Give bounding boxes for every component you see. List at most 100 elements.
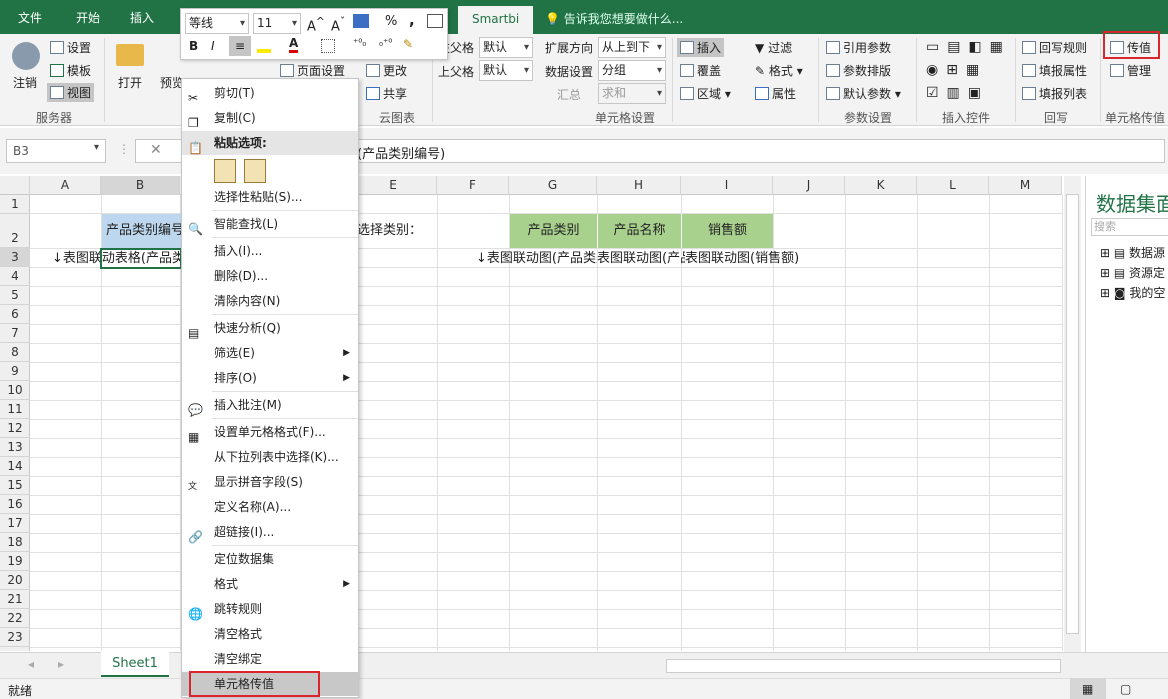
- row-header-10[interactable]: 10: [0, 381, 30, 400]
- fill-attr-button[interactable]: 填报属性: [1022, 62, 1087, 79]
- menu-item-format[interactable]: 格式 ▶: [182, 572, 358, 596]
- menu-item-clear-format[interactable]: 清空格式: [182, 622, 358, 646]
- sheet-prev-icon[interactable]: ◂: [28, 657, 34, 671]
- cell-g2[interactable]: 产品类别: [510, 214, 597, 248]
- scroll-thumb[interactable]: [1066, 194, 1079, 634]
- manage-button[interactable]: 管理: [1110, 62, 1151, 79]
- tree-item-datasource[interactable]: ⊞ ▤ 数据源: [1100, 244, 1165, 261]
- row-header-16[interactable]: 16: [0, 495, 30, 514]
- row-header-4[interactable]: 4: [0, 267, 30, 286]
- align-center-icon[interactable]: ≡: [229, 36, 251, 56]
- format-painter-icon[interactable]: ✎: [403, 37, 413, 51]
- row-header-21[interactable]: 21: [0, 590, 30, 609]
- bold-button[interactable]: B: [189, 39, 198, 53]
- column-header-i[interactable]: I: [681, 176, 773, 195]
- row-header-2[interactable]: 2: [0, 214, 30, 248]
- ref-param-button[interactable]: 引用参数: [826, 39, 891, 56]
- increase-font-icon[interactable]: A^: [307, 15, 325, 34]
- menu-item-hyperlink[interactable]: 🔗 超链接(I)...: [182, 520, 358, 544]
- row-header-11[interactable]: 11: [0, 400, 30, 419]
- cancel-icon[interactable]: ✕: [150, 142, 162, 158]
- row-header-15[interactable]: 15: [0, 476, 30, 495]
- comma-button[interactable]: ,: [409, 11, 415, 29]
- row-header-9[interactable]: 9: [0, 362, 30, 381]
- row-header-5[interactable]: 5: [0, 286, 30, 305]
- tab-home[interactable]: 开始: [76, 0, 100, 34]
- menu-item-format-cells[interactable]: ▦ 设置单元格格式(F)...: [182, 420, 358, 444]
- menu-item-filter[interactable]: 筛选(E) ▶: [182, 341, 358, 365]
- default-param-button[interactable]: 默认参数 ▾: [826, 85, 901, 102]
- font-select[interactable]: 等线: [185, 13, 249, 34]
- row-header-6[interactable]: 6: [0, 305, 30, 324]
- select-all-corner[interactable]: [0, 176, 30, 195]
- menu-item-insert-comment[interactable]: 💬 插入批注(M): [182, 393, 358, 417]
- table-format-icon[interactable]: [427, 14, 443, 28]
- name-box[interactable]: B3: [6, 139, 106, 163]
- sheet-next-icon[interactable]: ▸: [58, 657, 64, 671]
- font-size-select[interactable]: 11: [253, 13, 301, 34]
- insert-button[interactable]: 插入: [677, 38, 725, 57]
- attribute-button[interactable]: 属性: [755, 85, 796, 102]
- share-button[interactable]: 共享: [366, 85, 407, 102]
- cell-h2[interactable]: 产品名称: [597, 214, 681, 248]
- vertical-scrollbar[interactable]: [1064, 176, 1081, 652]
- column-header-a[interactable]: A: [30, 176, 101, 195]
- borders-icon[interactable]: [321, 39, 335, 53]
- view-button[interactable]: 视图: [47, 83, 95, 102]
- horizontal-scrollbar[interactable]: [666, 659, 1061, 673]
- tree-item-resource[interactable]: ⊞ ▤ 资源定: [1100, 264, 1165, 281]
- column-header-l[interactable]: L: [917, 176, 989, 195]
- tab-file[interactable]: 文件: [18, 0, 42, 34]
- tab-insert[interactable]: 插入: [130, 0, 154, 34]
- area-button[interactable]: 区域 ▾: [680, 85, 731, 102]
- italic-button[interactable]: I: [211, 39, 215, 53]
- fill-color-icon[interactable]: [257, 39, 271, 53]
- format-style-icon[interactable]: [353, 14, 369, 28]
- menu-item-pinyin[interactable]: 文显示拼音字段(S): [182, 470, 358, 494]
- row-header-20[interactable]: 20: [0, 571, 30, 590]
- column-header-k[interactable]: K: [845, 176, 917, 195]
- namebox-dropdown-icon[interactable]: ▾: [94, 142, 99, 153]
- column-header-b[interactable]: B: [101, 176, 180, 195]
- column-header-h[interactable]: H: [597, 176, 681, 195]
- menu-item-smart-lookup[interactable]: 🔍 智能查找(L): [182, 212, 358, 236]
- row-header-18[interactable]: 18: [0, 533, 30, 552]
- cell-i2[interactable]: 销售额: [681, 214, 773, 248]
- tab-smartbi[interactable]: Smartbi: [458, 6, 534, 34]
- row-header-22[interactable]: 22: [0, 609, 30, 628]
- row-header-14[interactable]: 14: [0, 457, 30, 476]
- percent-button[interactable]: %: [385, 14, 397, 29]
- cell-i3[interactable]: 表图联动图(销售额): [685, 249, 825, 268]
- menu-item-clear[interactable]: 清除内容(N): [182, 289, 358, 313]
- menu-item-sort[interactable]: 排序(O) ▶: [182, 366, 358, 390]
- control-icons-row3[interactable]: ☑▥▣: [926, 85, 989, 101]
- column-header-f[interactable]: F: [437, 176, 509, 195]
- left-parent-select[interactable]: 默认: [479, 37, 533, 58]
- open-button[interactable]: 打开: [118, 74, 142, 91]
- writeback-rule-button[interactable]: 回写规则: [1022, 39, 1087, 56]
- menu-item-paste-special[interactable]: 选择性粘贴(S)...: [182, 185, 358, 209]
- menu-item-pick-list[interactable]: 从下拉列表中选择(K)...: [182, 445, 358, 469]
- column-header-g[interactable]: G: [509, 176, 597, 195]
- fill-list-button[interactable]: 填报列表: [1022, 85, 1087, 102]
- tell-me-box[interactable]: 💡 告诉我您想要做什么...: [545, 10, 683, 27]
- column-header-m[interactable]: M: [989, 176, 1062, 195]
- decrease-font-icon[interactable]: Aˇ: [331, 15, 345, 34]
- selected-cell-b3[interactable]: [100, 248, 182, 269]
- pass-value-button[interactable]: 传值: [1110, 39, 1151, 56]
- expand-direction-select[interactable]: 从上到下: [598, 37, 666, 58]
- top-parent-select[interactable]: 默认: [479, 60, 533, 81]
- paste-button-icon[interactable]: [214, 159, 236, 183]
- row-header-1[interactable]: 1: [0, 195, 30, 214]
- control-icons-row2[interactable]: ◉⊞▦: [926, 62, 987, 78]
- menu-item-jump-rule[interactable]: 🌐 跳转规则: [182, 597, 358, 621]
- tree-item-myspace[interactable]: ⊞ ◙ 我的空: [1100, 284, 1165, 301]
- menu-item-quick-analysis[interactable]: ▤ 快速分析(Q): [182, 316, 358, 340]
- row-header-13[interactable]: 13: [0, 438, 30, 457]
- menu-item-copy[interactable]: ❐ 复制(C): [182, 106, 358, 130]
- settings-button[interactable]: 设置: [50, 39, 91, 56]
- menu-item-locate-dataset[interactable]: 定位数据集: [182, 547, 358, 571]
- panel-search-input[interactable]: 搜索: [1091, 218, 1168, 236]
- font-color-icon[interactable]: A: [289, 36, 299, 53]
- row-header-8[interactable]: 8: [0, 343, 30, 362]
